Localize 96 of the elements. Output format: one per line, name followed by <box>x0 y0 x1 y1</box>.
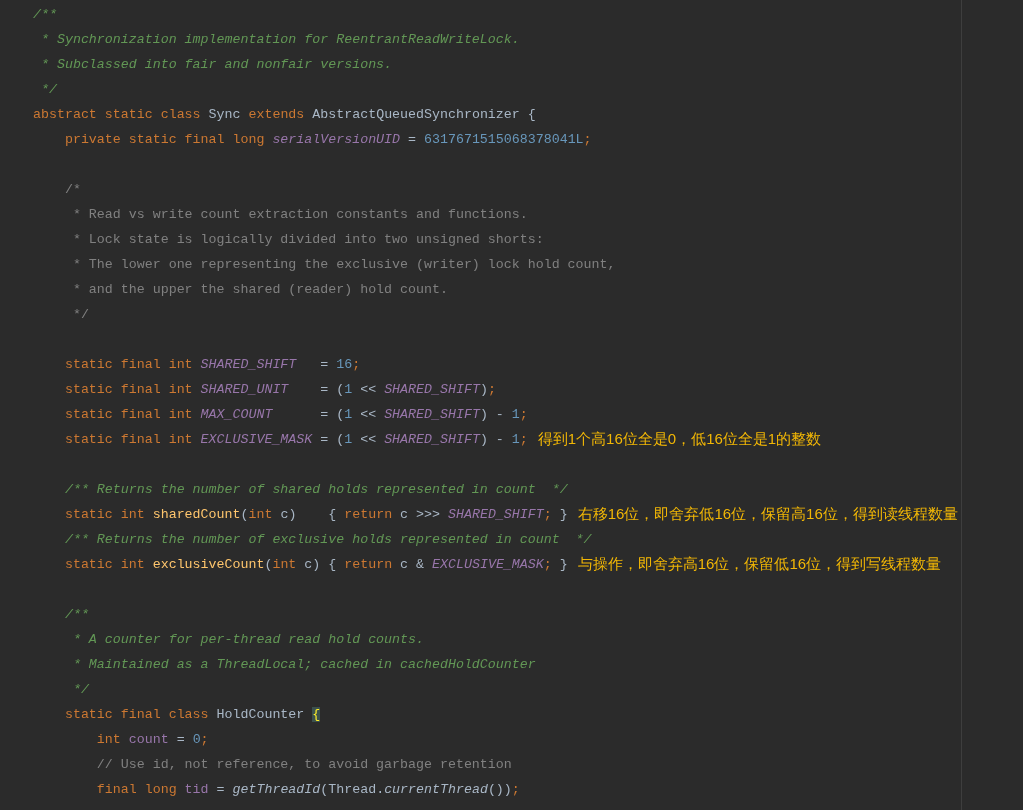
code-text: } <box>558 506 568 522</box>
code-text: c & <box>399 556 426 572</box>
code-comment: * Read vs write count extraction constants and functions. <box>71 206 528 222</box>
code-text: ()) <box>487 781 512 797</box>
field-name: SHARED_SHIFT <box>384 406 480 422</box>
doc-comment: /** Returns the number of exclusive holds represented in count */ <box>63 531 592 547</box>
method-name: sharedCount <box>152 506 241 522</box>
keyword-text: ; <box>511 781 520 797</box>
method-call: getThreadId <box>232 781 321 797</box>
field-name: SHARED_UNIT <box>200 381 289 397</box>
number-literal: 16 <box>336 356 353 372</box>
code-text: c) { <box>279 506 338 522</box>
keyword-text: return <box>344 556 393 572</box>
code-text: ) - <box>479 406 505 422</box>
code-text: = <box>175 731 186 747</box>
code-text: Sync <box>208 106 242 122</box>
code-comment: // Use id, not reference, to avoid garbage retention <box>95 756 512 772</box>
annotation-text: 得到1个高16位全是0，低16位全是1的整数 <box>537 429 822 450</box>
field-name: serialVersionUID <box>272 131 401 147</box>
keyword-text: static final class <box>63 706 210 722</box>
keyword-text: ; <box>519 431 528 447</box>
keyword-text: ; <box>519 406 528 422</box>
keyword-text: static final int <box>63 381 194 397</box>
keyword-text: ; <box>200 731 209 747</box>
keyword-text: ; <box>583 131 592 147</box>
code-text: << <box>359 406 378 422</box>
field-name: SHARED_SHIFT <box>448 506 544 522</box>
number-literal: 1 <box>344 431 353 447</box>
field-name: count <box>128 731 169 747</box>
code-text: c) { <box>303 556 338 572</box>
keyword-text: static final int <box>63 356 194 372</box>
field-name: SHARED_SHIFT <box>384 381 480 397</box>
method-name: exclusiveCount <box>152 556 265 572</box>
code-text: = <box>319 356 330 372</box>
annotation-text: 与操作，即舍弃高16位，保留低16位，得到写线程数量 <box>577 554 942 575</box>
keyword-text: static int <box>63 556 146 572</box>
code-text: = ( <box>319 381 345 397</box>
doc-comment: /** <box>33 6 57 22</box>
doc-comment: * Maintained as a ThreadLocal; cached in cachedHoldCounter <box>71 656 536 672</box>
keyword-text: int <box>272 556 297 572</box>
number-literal: 6317671515068378041L <box>424 131 584 147</box>
doc-comment: /** Returns the number of shared holds represented in count */ <box>63 481 568 497</box>
doc-comment: */ <box>39 81 57 97</box>
code-text: AbstractQueuedSynchronizer { <box>312 106 536 122</box>
field-name: EXCLUSIVE_MASK <box>200 431 313 447</box>
keyword-text: ; <box>543 506 552 522</box>
keyword-text: static final int <box>63 406 194 422</box>
keyword-text: return <box>344 506 393 522</box>
keyword-text: extends <box>248 106 306 122</box>
code-text: HoldCounter <box>216 706 306 722</box>
keyword-text: ; <box>487 381 496 397</box>
field-name: SHARED_SHIFT <box>200 356 297 372</box>
code-text: ) - <box>479 431 505 447</box>
number-literal: 0 <box>192 731 201 747</box>
number-literal: 1 <box>511 431 520 447</box>
code-text: = <box>407 131 418 147</box>
field-name: SHARED_SHIFT <box>384 431 480 447</box>
doc-comment: * Subclassed into fair and nonfair versions. <box>39 56 393 72</box>
code-comment: * and the upper the shared (reader) hold count. <box>71 281 448 297</box>
doc-comment: /** <box>63 606 89 622</box>
code-comment: */ <box>71 306 89 322</box>
code-text: ) <box>479 381 488 397</box>
keyword-text: int <box>248 506 273 522</box>
code-text: (Thread. <box>320 781 385 797</box>
code-text: ( <box>240 506 249 522</box>
code-comment: * Lock state is logically divided into two unsigned shorts: <box>71 231 544 247</box>
number-literal: 1 <box>344 381 353 397</box>
field-name: MAX_COUNT <box>200 406 273 422</box>
keyword-text: int <box>95 731 122 747</box>
code-comment: /* <box>63 181 81 197</box>
number-literal: 1 <box>344 406 353 422</box>
code-text: = ( <box>319 431 345 447</box>
code-text: } <box>558 556 568 572</box>
code-text: = <box>215 781 226 797</box>
code-comment: * The lower one representing the exclusive (writer) lock hold count, <box>71 256 616 272</box>
annotation-text: 右移16位，即舍弃低16位，保留高16位，得到读线程数量 <box>577 504 958 525</box>
field-name: tid <box>184 781 209 797</box>
code-text: << <box>359 381 378 397</box>
keyword-text: static final int <box>63 431 194 447</box>
keyword-text: abstract static class <box>33 106 202 122</box>
keyword-text: private static final long <box>63 131 266 147</box>
method-call: currentThread <box>384 781 488 797</box>
code-text: << <box>359 431 378 447</box>
keyword-text: final long <box>95 781 178 797</box>
code-text: ( <box>264 556 273 572</box>
doc-comment: * Synchronization implementation for ReentrantReadWriteLock. <box>39 31 520 47</box>
doc-comment: * A counter for per-thread read hold counts. <box>71 631 424 647</box>
code-text: c >>> <box>399 506 442 522</box>
keyword-text: static int <box>63 506 146 522</box>
code-text: = ( <box>319 406 345 422</box>
matched-brace: { <box>312 706 321 722</box>
keyword-text: ; <box>352 356 361 372</box>
number-literal: 1 <box>511 406 520 422</box>
keyword-text: ; <box>543 556 552 572</box>
doc-comment: */ <box>71 681 89 697</box>
field-name: EXCLUSIVE_MASK <box>432 556 544 572</box>
